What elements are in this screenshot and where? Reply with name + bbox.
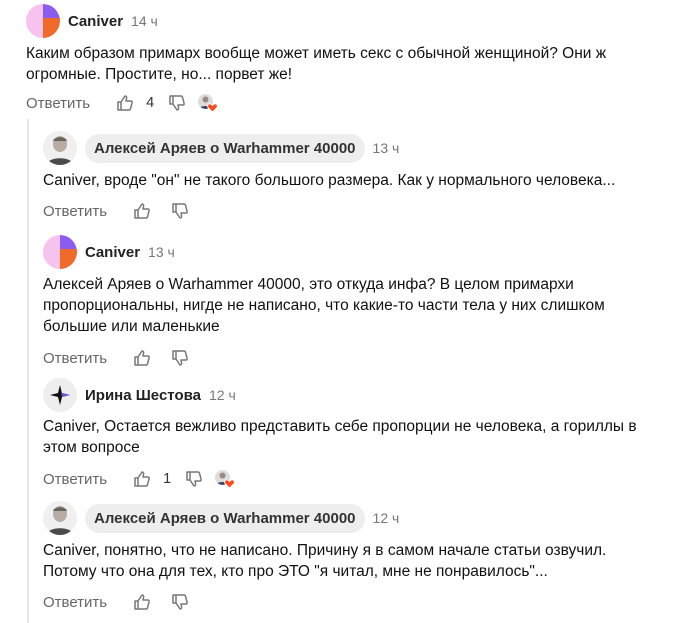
comment-text: Caniver, понятно, что не написано. Причи… <box>43 542 607 580</box>
liked-by-author-avatar <box>215 470 236 489</box>
thread-line <box>27 119 29 623</box>
comment: Caniver 14 ч Каким образом примарх вообщ… <box>26 4 666 114</box>
thumb-down-icon[interactable] <box>171 202 189 220</box>
comment-time: 12 ч <box>372 510 400 526</box>
comment-time: 13 ч <box>148 244 175 260</box>
comment-text: Алексей Аряев о Warhammer 40000, это отк… <box>43 276 605 335</box>
comment-time: 14 ч <box>131 13 158 29</box>
comment-author[interactable]: Ирина Шестова <box>85 387 201 404</box>
reply-button[interactable]: Ответить <box>43 350 107 367</box>
thumb-up-icon[interactable] <box>116 94 134 112</box>
thumb-up-icon[interactable] <box>133 470 151 488</box>
reply-button[interactable]: Ответить <box>43 471 107 488</box>
avatar[interactable] <box>43 378 77 412</box>
comment-text: Caniver, вроде "он" не такого большого р… <box>43 172 616 189</box>
heart-icon <box>224 479 236 489</box>
thumb-up-icon[interactable] <box>133 593 151 611</box>
like-count: 4 <box>146 95 155 111</box>
like-count: 1 <box>163 471 172 487</box>
comment-text: Caniver, Остается вежливо представить се… <box>43 418 637 456</box>
sparkle-icon <box>50 385 70 405</box>
comment: Ирина Шестова 12 ч Caniver, Остается веж… <box>43 378 663 490</box>
reply-button[interactable]: Ответить <box>43 594 107 611</box>
comment-text: Каким образом примарх вообще может иметь… <box>26 45 607 83</box>
comment: Алексей Аряев о Warhammer 40000 13 ч Can… <box>43 131 663 222</box>
comment-author[interactable]: Алексей Аряев о Warhammer 40000 <box>85 133 365 163</box>
thumb-down-icon[interactable] <box>168 94 186 112</box>
comment-author[interactable]: Caniver <box>68 13 123 30</box>
comment: Caniver 13 ч Алексей Аряев о Warhammer 4… <box>43 235 663 369</box>
thumb-down-icon[interactable] <box>171 593 189 611</box>
comment-author[interactable]: Алексей Аряев о Warhammer 40000 <box>85 503 365 533</box>
reply-button[interactable]: Ответить <box>43 203 107 220</box>
thumb-down-icon[interactable] <box>171 349 189 367</box>
comment: Алексей Аряев о Warhammer 40000 12 ч Can… <box>43 501 663 613</box>
comment-author[interactable]: Caniver <box>85 244 140 261</box>
comment-time: 12 ч <box>208 387 236 403</box>
avatar[interactable] <box>26 4 60 38</box>
thumb-up-icon[interactable] <box>133 202 151 220</box>
liked-by-author-avatar <box>198 94 219 113</box>
comment-time: 13 ч <box>372 140 400 156</box>
thumb-up-icon[interactable] <box>133 349 151 367</box>
reply-button[interactable]: Ответить <box>26 95 90 112</box>
avatar[interactable] <box>43 235 77 269</box>
heart-icon <box>207 103 219 113</box>
thumb-down-icon[interactable] <box>185 470 203 488</box>
avatar[interactable] <box>43 501 77 535</box>
avatar[interactable] <box>43 131 77 165</box>
